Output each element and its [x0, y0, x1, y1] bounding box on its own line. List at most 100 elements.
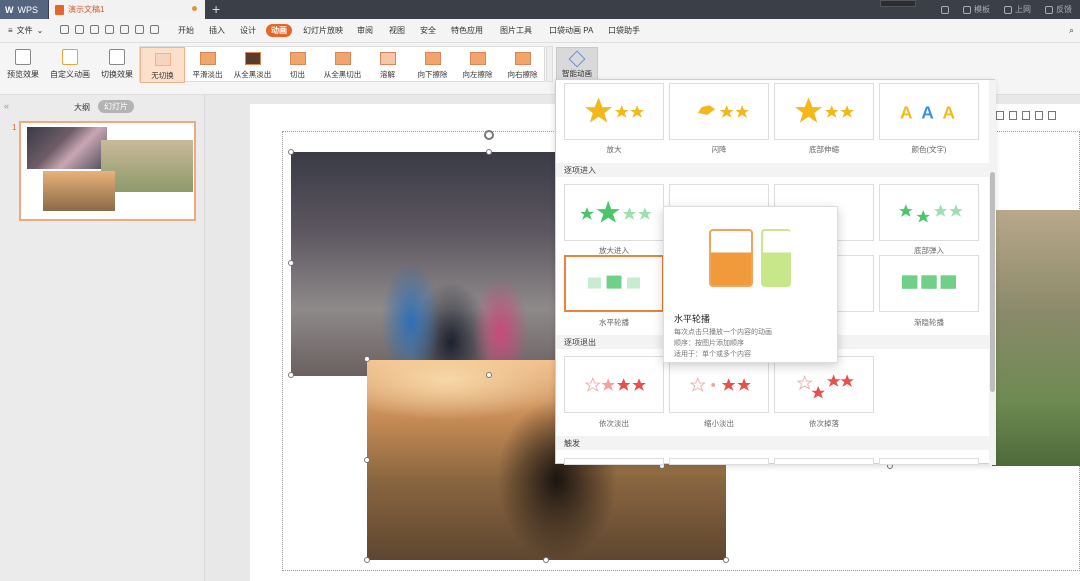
- resize-handle[interactable]: [364, 356, 370, 362]
- wps-home-label: WPS: [17, 4, 39, 15]
- gallery-item[interactable]: 向下擦除: [410, 47, 455, 83]
- print-icon[interactable]: [90, 25, 99, 34]
- gallery-item-label: 从全黑切出: [323, 70, 362, 79]
- smart-animation-button[interactable]: 智能动画: [556, 47, 598, 81]
- undo-icon[interactable]: [120, 25, 129, 34]
- save-icon[interactable]: [60, 25, 69, 34]
- thumb-photo-crowd: [27, 127, 107, 169]
- photo-kimono-crowd[interactable]: [291, 152, 559, 376]
- gallery-item[interactable]: 溶解: [365, 47, 410, 83]
- section-title-exit: 逐项退出: [564, 338, 596, 347]
- animation-card-shrink-fade[interactable]: [669, 356, 769, 413]
- slide-number: 1: [12, 123, 17, 132]
- gallery-item[interactable]: 无切换: [140, 47, 185, 83]
- gallery-item-label: 向右擦除: [507, 70, 538, 79]
- resize-handle[interactable]: [288, 372, 294, 378]
- tab-insert[interactable]: 插入: [209, 25, 225, 36]
- animation-card-zoom-in[interactable]: [564, 184, 664, 241]
- resize-handle[interactable]: [486, 372, 492, 378]
- new-tab-plus-icon[interactable]: +: [212, 1, 220, 17]
- gallery-item[interactable]: 向右擦除: [500, 47, 545, 83]
- carousel-preview-orange: [709, 229, 753, 287]
- resize-handle[interactable]: [486, 149, 492, 155]
- tab-start[interactable]: 开始: [178, 25, 194, 36]
- save-as-icon[interactable]: [75, 25, 84, 34]
- animation-card-horizontal-carousel[interactable]: [564, 255, 664, 312]
- rotate-handle-icon[interactable]: [484, 130, 494, 140]
- animation-card-trigger-2[interactable]: [669, 458, 769, 465]
- resize-handle[interactable]: [364, 557, 370, 563]
- gallery-item-label: 切出: [290, 70, 305, 79]
- animation-card-bottom-stretch[interactable]: [774, 83, 874, 140]
- gallery-item[interactable]: 从全黑切出: [320, 47, 365, 83]
- document-tab[interactable]: 演示文稿1: [49, 0, 205, 19]
- animation-card-trigger-1[interactable]: [564, 458, 664, 465]
- search-icon[interactable]: ⌕: [1069, 25, 1074, 36]
- resize-handle[interactable]: [288, 260, 294, 266]
- photo-tree-woman[interactable]: [992, 210, 1080, 466]
- image-carousel-icon: [587, 275, 641, 289]
- tab-slides[interactable]: 幻灯片: [98, 100, 134, 113]
- collapse-icon[interactable]: «: [4, 101, 9, 111]
- tab-picture-tools[interactable]: 图片工具: [500, 25, 532, 36]
- file-menu[interactable]: ≡ 文件 ⌄: [8, 25, 43, 36]
- gallery-item[interactable]: 切出: [275, 47, 320, 83]
- resize-handle[interactable]: [288, 149, 294, 155]
- transition-effect-button[interactable]: 切换效果: [97, 49, 137, 80]
- gallery-scrollbar[interactable]: [546, 46, 553, 82]
- animation-card-drop-out[interactable]: [774, 356, 874, 413]
- animation-card-trigger-3[interactable]: [774, 458, 874, 465]
- animation-card-bottom-bounce[interactable]: [879, 184, 979, 241]
- custom-animation-button[interactable]: 自定义动画: [50, 49, 90, 80]
- animation-card-fade-out[interactable]: [564, 356, 664, 413]
- tooltip-title: 水平轮播: [674, 314, 711, 324]
- tab-review[interactable]: 审阅: [357, 25, 373, 36]
- tab-security[interactable]: 安全: [420, 25, 436, 36]
- preview-effect-button[interactable]: 预览效果: [3, 49, 43, 80]
- gallery-item[interactable]: 平滑淡出: [185, 47, 230, 83]
- align-bottom-icon[interactable]: [1009, 111, 1017, 120]
- tab-features[interactable]: 特色应用: [451, 25, 483, 36]
- tab-view[interactable]: 视图: [389, 25, 405, 36]
- more-icon[interactable]: [150, 25, 159, 34]
- gallery-item[interactable]: 向左擦除: [455, 47, 500, 83]
- transition-icon: [109, 49, 125, 65]
- resize-handle[interactable]: [723, 557, 729, 563]
- resize-handle[interactable]: [364, 457, 370, 463]
- no-transition-icon: [154, 53, 171, 66]
- tab-pocket-animation[interactable]: 口袋动画 PA: [549, 25, 593, 36]
- animation-card-flash-drop[interactable]: [669, 83, 769, 140]
- template-button[interactable]: 模板: [963, 4, 990, 15]
- tab-slideshow[interactable]: 幻灯片放映: [303, 25, 343, 36]
- tab-animation[interactable]: 动画: [266, 24, 292, 37]
- smart-animation-label: 智能动画: [562, 69, 592, 78]
- tab-outline[interactable]: 大纲: [74, 102, 90, 113]
- presentation-file-icon: [55, 4, 64, 15]
- tab-pocket-assistant[interactable]: 口袋助手: [608, 25, 640, 36]
- resize-handle[interactable]: [543, 557, 549, 563]
- animation-card-text-color[interactable]: AAA: [879, 83, 979, 140]
- animation-card-zoom[interactable]: [564, 83, 664, 140]
- align-left-icon[interactable]: [996, 111, 1004, 120]
- distribute-vertical-icon[interactable]: [1048, 111, 1056, 120]
- animation-card-trigger-4[interactable]: [879, 458, 979, 465]
- window-mode-icon[interactable]: [941, 5, 949, 14]
- online-button[interactable]: 上网: [1004, 4, 1031, 15]
- gallery-item-label: 向左擦除: [462, 70, 493, 79]
- slide-thumbnail[interactable]: [19, 121, 196, 221]
- align-middle-icon[interactable]: [1022, 111, 1030, 120]
- tab-design[interactable]: 设计: [240, 25, 256, 36]
- svg-text:A: A: [900, 103, 913, 123]
- wps-home-tab[interactable]: W WPS: [0, 0, 48, 19]
- star-green-icon: [580, 200, 652, 223]
- feedback-button[interactable]: 反馈: [1045, 4, 1072, 15]
- align-toolbar: [996, 111, 1056, 120]
- animation-card-fade-carousel[interactable]: [879, 255, 979, 312]
- panel-scroll-thumb[interactable]: [990, 172, 995, 392]
- gallery-item[interactable]: 从全黑淡出: [230, 47, 275, 83]
- distribute-horizontal-icon[interactable]: [1035, 111, 1043, 120]
- redo-icon[interactable]: [135, 25, 144, 34]
- print-preview-icon[interactable]: [105, 25, 114, 34]
- wps-window: W WPS 演示文稿1 + 模板 上网 反馈 ≡ 文件 ⌄ 开始 插入 设计 动…: [0, 0, 1080, 581]
- panel-scrollbar[interactable]: [989, 80, 996, 465]
